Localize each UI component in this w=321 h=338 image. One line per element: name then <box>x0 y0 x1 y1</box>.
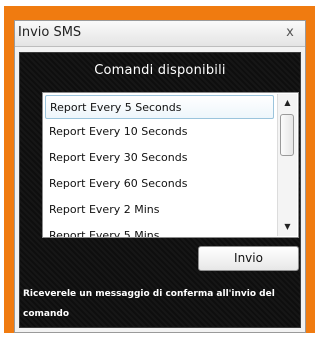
list-item[interactable]: Report Every 60 Seconds <box>43 171 276 197</box>
list-item[interactable]: Report Every 30 Seconds <box>43 145 276 171</box>
confirm-label: Riceverele un messaggio di conferma all'… <box>23 289 275 319</box>
list-scrollbar[interactable]: ▲ ▼ <box>277 94 297 236</box>
close-icon: x <box>286 25 294 40</box>
list-item[interactable]: Report Every 10 Seconds <box>43 119 276 145</box>
arrow-down-icon: ▼ <box>284 222 291 231</box>
list-item[interactable]: Report Every 2 Mins <box>43 197 276 223</box>
list-item[interactable]: Report Every 5 Seconds <box>45 95 274 119</box>
sms-dialog: Invio SMS x Comandi disponibili Report E… <box>14 20 306 333</box>
scroll-down-button[interactable]: ▼ <box>278 218 297 236</box>
scroll-thumb[interactable] <box>280 114 294 156</box>
panel-heading: Comandi disponibili <box>94 63 226 78</box>
window-title: Invio SMS <box>18 25 82 40</box>
confirm-option[interactable]: Riceverele un messaggio di conferma all'… <box>23 281 299 321</box>
title-bar[interactable]: Invio SMS x <box>15 21 305 47</box>
arrow-up-icon: ▲ <box>284 98 291 107</box>
commands-listbox[interactable]: Report Every 5 Seconds Report Every 10 S… <box>42 92 299 238</box>
close-button[interactable]: x <box>283 25 297 41</box>
commands-list: Report Every 5 Seconds Report Every 10 S… <box>43 93 276 237</box>
send-button[interactable]: Invio <box>198 246 299 271</box>
list-item[interactable]: Report Every 5 Mins <box>43 223 276 237</box>
scroll-up-button[interactable]: ▲ <box>278 94 297 112</box>
commands-panel: Comandi disponibili Report Every 5 Secon… <box>19 52 301 328</box>
